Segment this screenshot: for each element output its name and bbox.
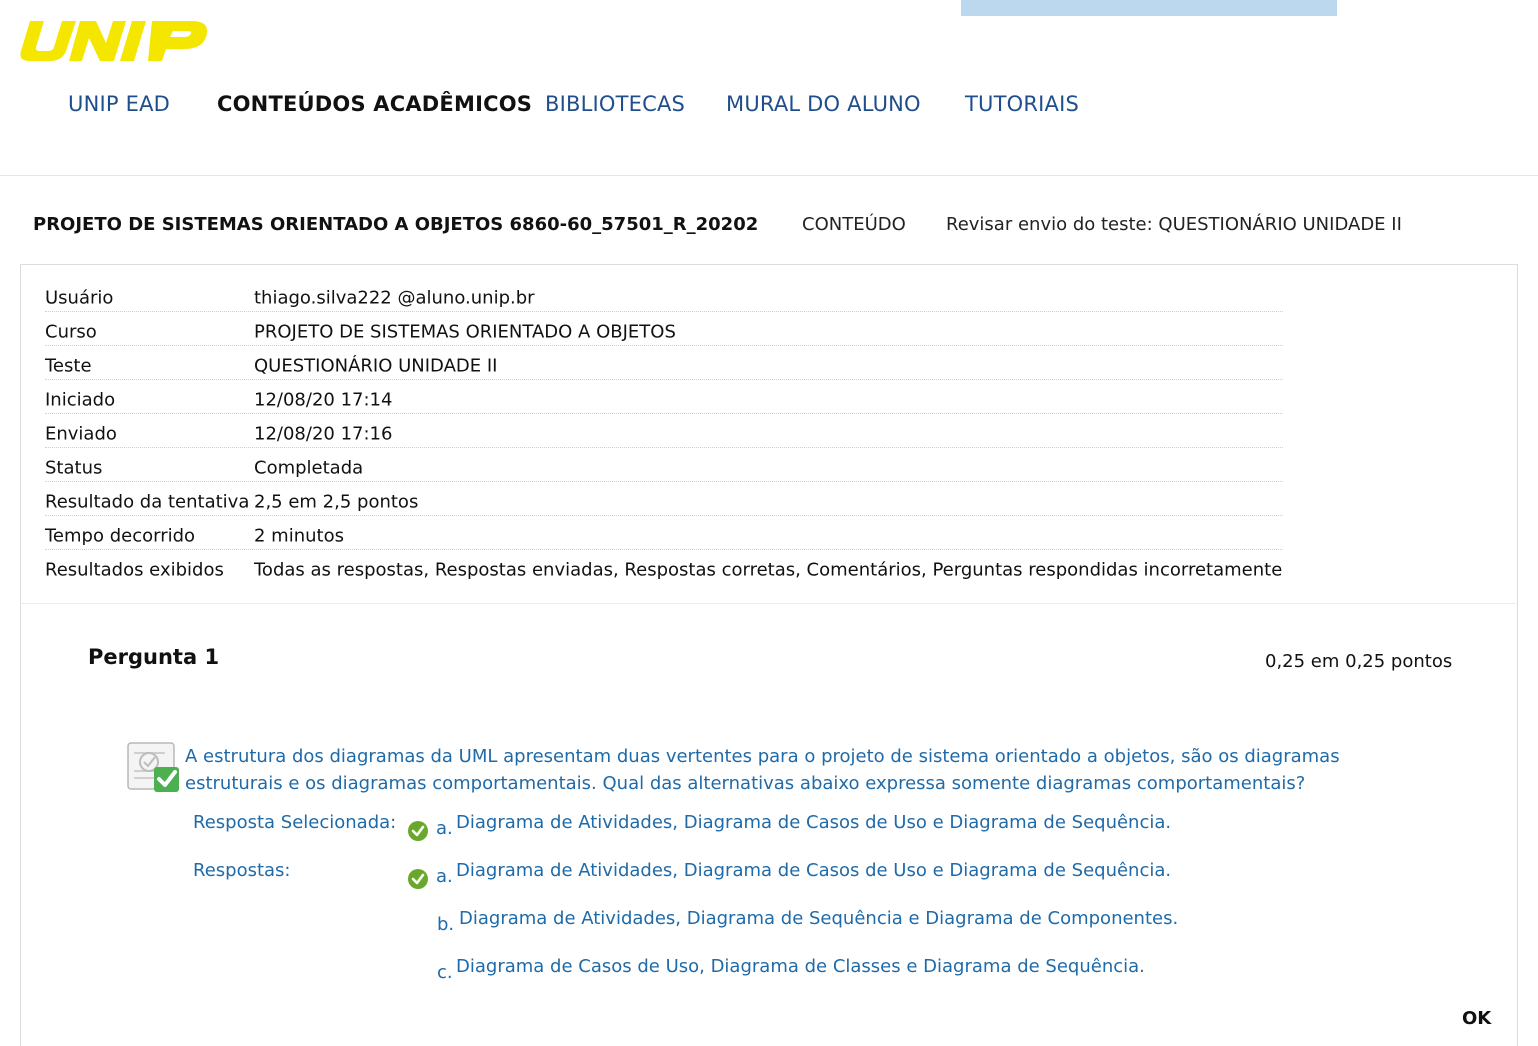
- question-points: 0,25 em 0,25 pontos: [1265, 651, 1453, 672]
- answer-letter-b: b.: [437, 914, 455, 935]
- selected-answer-text: Diagrama de Atividades, Diagrama de Caso…: [456, 812, 1172, 833]
- info-value: 12/08/20 17:14: [254, 389, 393, 411]
- info-row-usuario: Usuário thiago.silva222 @aluno.unip.br: [45, 278, 1283, 312]
- info-row-resultado: Resultado da tentativa 2,5 em 2,5 pontos: [45, 482, 1283, 516]
- question-correct-icon: [127, 741, 181, 795]
- nav-item-mural-do-aluno[interactable]: MURAL DO ALUNO: [726, 92, 921, 116]
- info-value: 12/08/20 17:16: [254, 423, 393, 445]
- info-value: thiago.silva222 @aluno.unip.br: [254, 287, 535, 309]
- breadcrumb-course[interactable]: PROJETO DE SISTEMAS ORIENTADO A OBJETOS …: [33, 214, 758, 235]
- nav-item-unip-ead[interactable]: UNIP EAD: [68, 92, 170, 116]
- info-row-enviado: Enviado 12/08/20 17:16: [45, 414, 1283, 448]
- info-label: Iniciado: [45, 389, 116, 411]
- question-title: Pergunta 1: [88, 645, 220, 669]
- info-row-curso: Curso PROJETO DE SISTEMAS ORIENTADO A OB…: [45, 312, 1283, 346]
- info-row-resultados-exibidos: Resultados exibidos Todas as respostas, …: [45, 550, 1305, 584]
- info-row-status: Status Completada: [45, 448, 1283, 482]
- info-value: 2,5 em 2,5 pontos: [254, 491, 419, 513]
- unip-logo[interactable]: [16, 17, 212, 63]
- info-row-iniciado: Iniciado 12/08/20 17:14: [45, 380, 1283, 414]
- info-value: QUESTIONÁRIO UNIDADE II: [254, 355, 498, 377]
- answers-label: Respostas:: [193, 860, 291, 881]
- answer-text-b: Diagrama de Atividades, Diagrama de Sequ…: [459, 908, 1179, 929]
- test-info-panel: Usuário thiago.silva222 @aluno.unip.br C…: [20, 264, 1518, 604]
- info-label: Teste: [45, 355, 92, 377]
- nav-item-conteudos-academicos[interactable]: CONTEÚDOS ACADÊMICOS: [217, 92, 532, 116]
- info-value: Todas as respostas, Respostas enviadas, …: [254, 559, 1283, 581]
- check-icon: [407, 868, 429, 890]
- info-label: Status: [45, 457, 103, 479]
- selected-answer-letter: a.: [436, 818, 453, 839]
- selected-answer-label: Resposta Selecionada:: [193, 812, 397, 833]
- ok-button[interactable]: OK: [1462, 1008, 1491, 1029]
- check-icon: [407, 820, 429, 842]
- main-nav: UNIP EAD CONTEÚDOS ACADÊMICOS BIBLIOTECA…: [0, 92, 1538, 132]
- nav-divider: [0, 175, 1538, 176]
- info-label: Resultados exibidos: [45, 559, 224, 581]
- nav-item-bibliotecas[interactable]: BIBLIOTECAS: [545, 92, 685, 116]
- info-value: 2 minutos: [254, 525, 344, 547]
- answer-letter-c: c.: [437, 962, 453, 983]
- answer-text-a: Diagrama de Atividades, Diagrama de Caso…: [456, 860, 1172, 881]
- answer-letter-a: a.: [436, 866, 453, 887]
- info-value: Completada: [254, 457, 364, 479]
- answer-text-c: Diagrama de Casos de Uso, Diagrama de Cl…: [456, 956, 1145, 977]
- info-label: Tempo decorrido: [45, 525, 196, 547]
- breadcrumb-page-title: Revisar envio do teste: QUESTIONÁRIO UNI…: [946, 214, 1402, 235]
- question-text: A estrutura dos diagramas da UML apresen…: [185, 746, 1340, 794]
- top-banner-box: [961, 0, 1337, 16]
- info-label: Enviado: [45, 423, 117, 445]
- info-value: PROJETO DE SISTEMAS ORIENTADO A OBJETOS: [254, 321, 676, 343]
- info-row-teste: Teste QUESTIONÁRIO UNIDADE II: [45, 346, 1283, 380]
- info-label: Usuário: [45, 287, 114, 309]
- info-label: Curso: [45, 321, 97, 343]
- breadcrumb-content[interactable]: CONTEÚDO: [802, 214, 906, 235]
- info-row-tempo: Tempo decorrido 2 minutos: [45, 516, 1283, 550]
- nav-item-tutoriais[interactable]: TUTORIAIS: [965, 92, 1079, 116]
- info-label: Resultado da tentativa: [45, 491, 250, 513]
- unip-logo-icon: [20, 21, 208, 61]
